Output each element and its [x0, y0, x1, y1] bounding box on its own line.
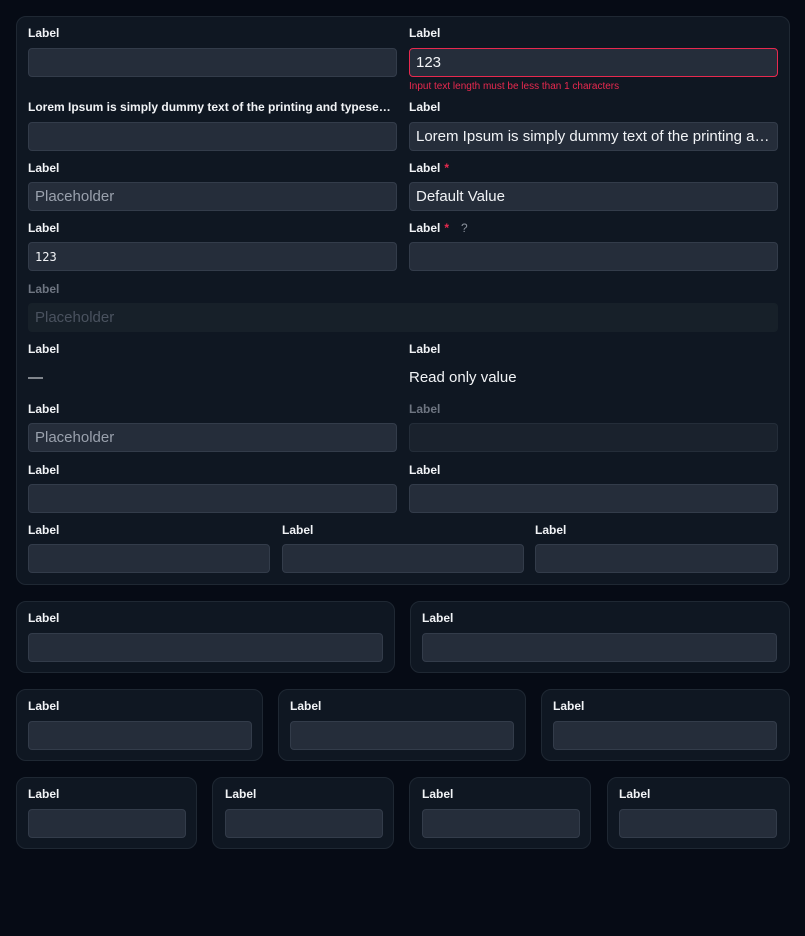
required-mark: *: [444, 221, 450, 235]
help-icon[interactable]: ?: [461, 221, 468, 235]
field-label: Label: [28, 523, 60, 537]
field-label: Label: [28, 342, 60, 356]
number-input[interactable]: [28, 242, 397, 271]
field-label-required-help: Label *?: [409, 221, 777, 235]
field-label: Label: [28, 611, 60, 625]
text-input-default[interactable]: [409, 182, 778, 211]
text-input[interactable]: [422, 809, 580, 838]
field-label: Label: [28, 26, 60, 40]
field-label: Label: [553, 699, 585, 713]
text-input[interactable]: [619, 809, 777, 838]
readonly-value-empty: —: [28, 369, 43, 386]
text-input[interactable]: [28, 809, 186, 838]
field-label: Label: [28, 463, 60, 477]
field-label: Label: [409, 26, 441, 40]
text-input[interactable]: [422, 633, 777, 662]
field-label: Label: [619, 787, 651, 801]
field-label: Label: [290, 699, 322, 713]
readonly-value: Read only value: [409, 369, 517, 386]
field-label: Label: [409, 463, 441, 477]
text-input[interactable]: [290, 721, 514, 750]
field-label-disabled: Label: [409, 402, 441, 416]
text-input[interactable]: [28, 122, 397, 151]
field-label: Label: [28, 787, 60, 801]
text-input[interactable]: [535, 544, 778, 573]
field-label: Label: [422, 787, 454, 801]
required-mark: *: [444, 161, 450, 175]
text-input[interactable]: [409, 484, 778, 513]
field-label: Label: [28, 402, 60, 416]
text-input[interactable]: [28, 633, 383, 662]
field-label: Label: [409, 342, 441, 356]
field-label-disabled: Label: [28, 282, 60, 296]
label-text: Label: [409, 161, 441, 175]
text-input[interactable]: [225, 809, 383, 838]
text-input[interactable]: [28, 48, 397, 77]
text-input[interactable]: [553, 721, 777, 750]
field-label-long: Lorem Ipsum is simply dummy text of the …: [28, 100, 394, 114]
field-label-required: Label *: [409, 161, 777, 175]
field-label: Label: [28, 221, 60, 235]
text-input-placeholder[interactable]: [28, 182, 397, 211]
text-input-disabled: [409, 423, 778, 452]
text-input-placeholder[interactable]: [28, 423, 397, 452]
field-label: Label: [225, 787, 257, 801]
text-input-error[interactable]: [409, 48, 778, 77]
label-text: Label: [409, 221, 441, 235]
text-input-long-value[interactable]: [409, 122, 778, 151]
field-label: Label: [28, 699, 60, 713]
field-label: Label: [422, 611, 454, 625]
error-message: Input text length must be less than 1 ch…: [409, 81, 620, 92]
field-label: Label: [282, 523, 314, 537]
text-input[interactable]: [409, 242, 778, 271]
field-label: Label: [535, 523, 567, 537]
field-label: Label: [28, 161, 60, 175]
text-input[interactable]: [28, 484, 397, 513]
text-input-disabled: [28, 303, 778, 332]
text-input[interactable]: [28, 721, 252, 750]
field-label: Label: [409, 100, 441, 114]
text-input[interactable]: [282, 544, 524, 573]
text-input[interactable]: [28, 544, 270, 573]
